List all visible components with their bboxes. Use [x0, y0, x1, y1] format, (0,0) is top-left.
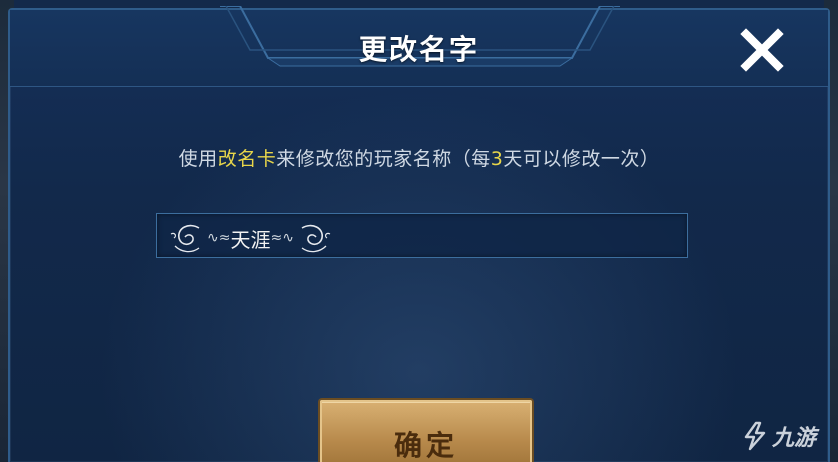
instruction-suffix: 天可以修改一次）	[503, 148, 660, 170]
rename-instruction: 使用改名卡来修改您的玩家名称（每3天可以修改一次）	[10, 144, 828, 171]
player-name-value: ∿≈ 天涯 ≈∿	[169, 220, 334, 256]
rename-card-name: 改名卡	[217, 148, 277, 170]
instruction-prefix: 使用	[178, 148, 218, 170]
game-screen: 更改名字 使用改名卡来修改您的玩家名称（每3天可以修改一次） ∿≈ 天涯 ≈∿	[0, 0, 838, 462]
close-icon	[740, 28, 784, 72]
watermark-text: 九游	[772, 426, 817, 451]
nine-game-logo-icon	[744, 421, 766, 451]
name-ornament-right: ≈∿	[270, 230, 294, 246]
dialog-header: 更改名字	[10, 6, 828, 87]
rename-dialog: 更改名字 使用改名卡来修改您的玩家名称（每3天可以修改一次） ∿≈ 天涯 ≈∿	[8, 6, 830, 462]
swirl-ornament-left-icon	[170, 224, 200, 253]
name-ornament-left: ∿≈	[207, 230, 231, 246]
rename-cooldown-days: 3	[490, 148, 504, 170]
confirm-button[interactable]: 确定	[320, 400, 532, 462]
instruction-middle: 来修改您的玩家名称（每	[276, 148, 491, 170]
site-watermark: 九游	[742, 416, 832, 456]
player-name-input[interactable]: ∿≈ 天涯 ≈∿	[156, 213, 688, 258]
close-button[interactable]	[736, 24, 788, 76]
player-name-text: 天涯	[230, 227, 271, 252]
dialog-title: 更改名字	[358, 33, 479, 66]
confirm-button-label: 确定	[393, 429, 458, 462]
swirl-ornament-right-icon	[301, 224, 331, 253]
